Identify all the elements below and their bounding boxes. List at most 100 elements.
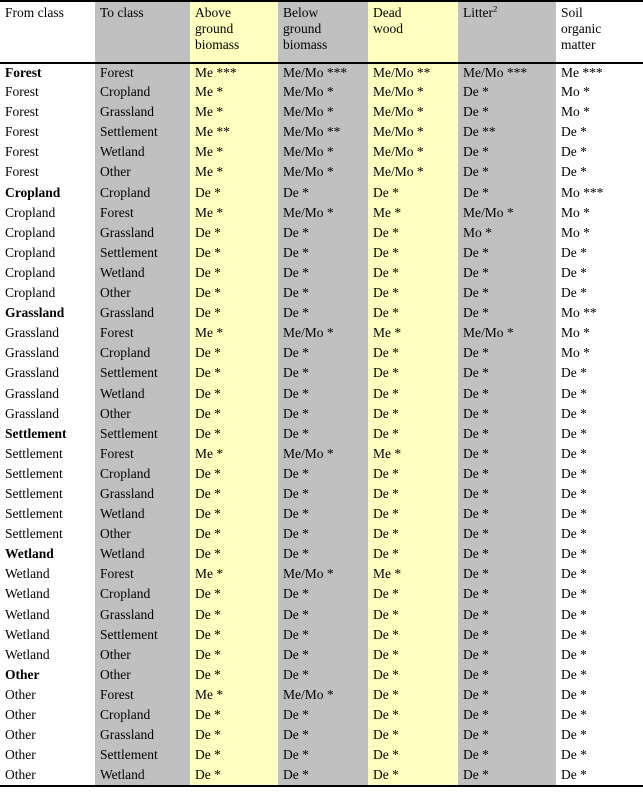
cell-to-class: Settlement — [95, 364, 190, 385]
carbon-pool-transition-table-container: From class To class Above ground biomass Belo… — [0, 0, 643, 802]
cell-dead-wood: De * — [368, 766, 458, 787]
cell-soil-organic-matter: De * — [556, 545, 643, 566]
cell-from-class: Grassland — [0, 364, 95, 385]
cell-dead-wood: De * — [368, 746, 458, 767]
cell-soil-organic-matter: De * — [556, 746, 643, 767]
cell-dead-wood: De * — [368, 605, 458, 626]
cell-below-ground-biomass: Me/Mo * — [278, 103, 368, 124]
table-row: Grassland Settlement De * De * De * De * De * — [0, 364, 643, 385]
cell-from-class: Settlement — [0, 525, 95, 546]
table-row: Settlement Forest Me * Me/Mo * Me * De * De * — [0, 444, 643, 465]
cell-below-ground-biomass: De * — [278, 263, 368, 285]
cell-litter: De * — [458, 444, 556, 465]
cell-dead-wood: Me/Mo * — [368, 143, 458, 164]
cell-to-class: Forest — [95, 444, 190, 465]
cell-soil-organic-matter: De * — [556, 726, 643, 747]
cell-dead-wood: De * — [368, 384, 458, 405]
cell-soil-organic-matter: De * — [556, 384, 643, 405]
cell-from-class: Grassland — [0, 304, 95, 325]
cell-soil-organic-matter: De * — [556, 625, 643, 646]
column-header-line: organic — [561, 21, 602, 37]
cell-above-ground-biomass: De * — [190, 404, 278, 425]
cell-to-class: Wetland — [95, 384, 190, 405]
cell-to-class: Wetland — [95, 545, 190, 566]
cell-litter: De * — [458, 364, 556, 385]
cell-to-class: Wetland — [95, 263, 190, 285]
cell-to-class: Settlement — [95, 243, 190, 264]
cell-litter: De * — [458, 685, 556, 706]
column-header-line: ground — [195, 21, 234, 37]
cell-from-class: Other — [0, 665, 95, 686]
cell-above-ground-biomass: De * — [190, 384, 278, 405]
cell-dead-wood: De * — [368, 665, 458, 686]
cell-from-class: Wetland — [0, 585, 95, 606]
table-row: Forest Forest Me *** Me/Mo *** Me/Mo ** Me/Mo… — [0, 63, 643, 84]
cell-above-ground-biomass: Me * — [190, 685, 278, 706]
cell-dead-wood: De * — [368, 726, 458, 747]
column-header-litter: Litter2 — [458, 1, 556, 63]
cell-dead-wood: De * — [368, 645, 458, 666]
cell-below-ground-biomass: De * — [278, 665, 368, 686]
cell-from-class: Cropland — [0, 263, 95, 285]
column-header-soil-organic-matter: Soil organic matter — [556, 1, 643, 63]
cell-below-ground-biomass: Me/Mo * — [278, 83, 368, 104]
table-row: Cropland Cropland De * De * De * De * Mo *** — [0, 183, 643, 204]
cell-above-ground-biomass: De * — [190, 263, 278, 285]
cell-from-class: Grassland — [0, 404, 95, 425]
cell-from-class: Settlement — [0, 484, 95, 506]
column-header-line: wood — [373, 21, 403, 37]
cell-below-ground-biomass: De * — [278, 404, 368, 425]
cell-from-class: Cropland — [0, 284, 95, 305]
cell-above-ground-biomass: Me * — [190, 565, 278, 586]
table-row: Cropland Wetland De * De * De * De * De * — [0, 263, 643, 285]
cell-above-ground-biomass: Me * — [190, 444, 278, 465]
cell-dead-wood: Me * — [368, 203, 458, 224]
cell-below-ground-biomass: De * — [278, 344, 368, 365]
header-row: From class To class Above ground biomass Belo… — [0, 1, 643, 63]
cell-to-class: Cropland — [95, 706, 190, 727]
cell-litter: De * — [458, 103, 556, 124]
cell-below-ground-biomass: Me/Mo * — [278, 324, 368, 345]
cell-to-class: Settlement — [95, 123, 190, 144]
cell-below-ground-biomass: De * — [278, 284, 368, 305]
cell-soil-organic-matter: Mo * — [556, 344, 643, 365]
cell-from-class: Settlement — [0, 505, 95, 526]
cell-dead-wood: Me/Mo * — [368, 103, 458, 124]
cell-to-class: Wetland — [95, 143, 190, 164]
cell-dead-wood: De * — [368, 364, 458, 385]
cell-litter: De * — [458, 284, 556, 305]
cell-to-class: Other — [95, 404, 190, 425]
cell-litter: Me/Mo * — [458, 324, 556, 345]
table-row: Other Wetland De * De * De * De * De * — [0, 766, 643, 787]
column-header-from-class: From class — [0, 1, 95, 63]
cell-soil-organic-matter: De * — [556, 263, 643, 285]
cell-above-ground-biomass: De * — [190, 766, 278, 787]
cell-dead-wood: De * — [368, 183, 458, 204]
cell-dead-wood: Me/Mo * — [368, 83, 458, 104]
cell-below-ground-biomass: Me/Mo * — [278, 685, 368, 706]
cell-litter: De * — [458, 344, 556, 365]
cell-to-class: Forest — [95, 203, 190, 224]
table-row: Cropland Grassland De * De * De * Mo * Mo * — [0, 223, 643, 244]
cell-above-ground-biomass: De * — [190, 605, 278, 626]
cell-soil-organic-matter: De * — [556, 605, 643, 626]
cell-soil-organic-matter: De * — [556, 665, 643, 686]
table-row: Cropland Settlement De * De * De * De * De * — [0, 243, 643, 264]
cell-to-class: Wetland — [95, 766, 190, 787]
cell-litter: De * — [458, 706, 556, 727]
cell-above-ground-biomass: De * — [190, 484, 278, 506]
cell-above-ground-biomass: De * — [190, 746, 278, 767]
cell-soil-organic-matter: De * — [556, 464, 643, 485]
cell-to-class: Grassland — [95, 726, 190, 747]
cell-to-class: Cropland — [95, 464, 190, 485]
cell-litter: De * — [458, 525, 556, 546]
column-header-text: Litter — [463, 5, 493, 20]
cell-below-ground-biomass: De * — [278, 605, 368, 626]
cell-below-ground-biomass: De * — [278, 223, 368, 244]
cell-to-class: Settlement — [95, 424, 190, 445]
column-header-line: Dead — [373, 5, 402, 20]
table-row: Wetland Grassland De * De * De * De * De * — [0, 605, 643, 626]
cell-litter: De * — [458, 424, 556, 445]
cell-dead-wood: De * — [368, 243, 458, 264]
cell-soil-organic-matter: De * — [556, 243, 643, 264]
